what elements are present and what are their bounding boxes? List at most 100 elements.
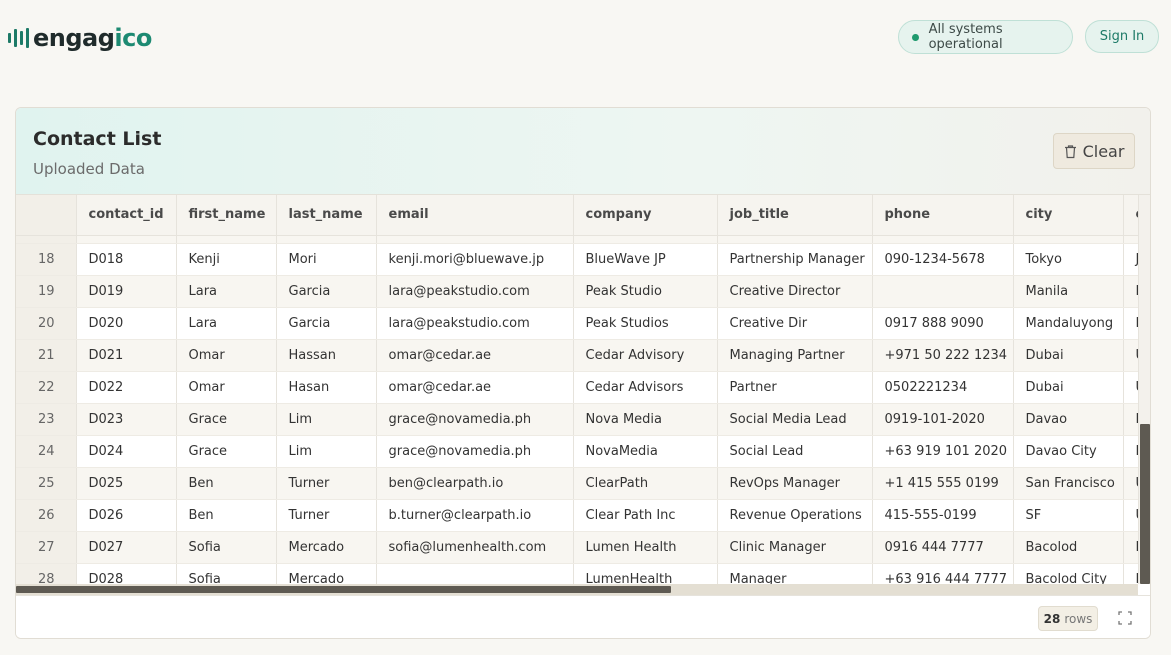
cell-first-name[interactable]: Ben: [176, 499, 277, 532]
cell-phone[interactable]: 0917 888 9090: [872, 307, 1014, 340]
cell-phone[interactable]: [872, 275, 1014, 308]
cell-phone[interactable]: 090-1234-5678: [872, 243, 1014, 276]
column-header-truncated[interactable]: c: [1123, 195, 1138, 236]
cell-truncated[interactable]: P: [1123, 435, 1138, 468]
cell-truncated[interactable]: P: [1123, 307, 1138, 340]
cell-contact-id[interactable]: D021: [76, 339, 177, 372]
cell-truncated[interactable]: P: [1123, 563, 1138, 584]
cell-phone[interactable]: 0502221234: [872, 371, 1014, 404]
cell-first-name[interactable]: Lara: [176, 275, 277, 308]
cell-email[interactable]: grace@novamedia.ph: [376, 403, 574, 436]
cell-first-name[interactable]: Grace: [176, 435, 277, 468]
cell-company[interactable]: Nova Media: [573, 403, 718, 436]
cell-last-name[interactable]: Hasan: [276, 371, 377, 404]
cell-contact-id[interactable]: D023: [76, 403, 177, 436]
cell-city[interactable]: Bacolod: [1013, 531, 1124, 564]
cell-contact-id[interactable]: D020: [76, 307, 177, 340]
cell-company[interactable]: NovaMedia: [573, 435, 718, 468]
cell-first-name[interactable]: Lara: [176, 307, 277, 340]
table-row[interactable]: 20 D020 Lara Garcia lara@peakstudio.com Peak …: [16, 307, 1138, 340]
cell-city[interactable]: San Francisco: [1013, 467, 1124, 500]
cell-job-title[interactable]: Creative Director: [717, 275, 873, 308]
cell-job-title[interactable]: Managing Partner: [717, 339, 873, 372]
cell-job-title[interactable]: Clinic Manager: [717, 531, 873, 564]
cell-city[interactable]: Davao City: [1013, 435, 1124, 468]
cell-truncated[interactable]: U: [1123, 371, 1138, 404]
column-header-first-name[interactable]: first_name: [176, 195, 277, 236]
cell-contact-id[interactable]: D025: [76, 467, 177, 500]
column-header-job-title[interactable]: job_title: [717, 195, 873, 236]
table-row[interactable]: 23 D023 Grace Lim grace@novamedia.ph Nova Med…: [16, 403, 1138, 436]
cell-job-title[interactable]: RevOps Manager: [717, 467, 873, 500]
cell-truncated[interactable]: U: [1123, 467, 1138, 500]
cell-city[interactable]: Bacolod City: [1013, 563, 1124, 584]
cell-truncated[interactable]: P: [1123, 275, 1138, 308]
column-header-city[interactable]: city: [1013, 195, 1124, 236]
cell-company[interactable]: Lumen Health: [573, 531, 718, 564]
cell-email[interactable]: grace@novamedia.ph: [376, 435, 574, 468]
cell-company[interactable]: Cedar Advisory: [573, 339, 718, 372]
cell-last-name[interactable]: Lim: [276, 403, 377, 436]
column-header-phone[interactable]: phone: [872, 195, 1014, 236]
cell-last-name[interactable]: Mori: [276, 243, 377, 276]
cell-email[interactable]: sofia@lumenhealth.com: [376, 531, 574, 564]
cell-last-name[interactable]: Hassan: [276, 339, 377, 372]
cell-city[interactable]: Dubai: [1013, 371, 1124, 404]
cell-first-name[interactable]: Grace: [176, 403, 277, 436]
logo[interactable]: engagico: [8, 24, 152, 52]
vertical-scrollbar-thumb[interactable]: [1140, 424, 1150, 584]
column-header-company[interactable]: company: [573, 195, 718, 236]
cell-last-name[interactable]: Turner: [276, 499, 377, 532]
cell-job-title[interactable]: Social Media Lead: [717, 403, 873, 436]
data-table-viewport[interactable]: contact_id first_name last_name email co…: [16, 195, 1138, 584]
sign-in-button[interactable]: Sign In: [1085, 20, 1159, 53]
cell-truncated[interactable]: J: [1123, 243, 1138, 276]
cell-truncated[interactable]: P: [1123, 531, 1138, 564]
cell-company[interactable]: Peak Studios: [573, 307, 718, 340]
cell-job-title[interactable]: Creative Dir: [717, 307, 873, 340]
cell-job-title[interactable]: Revenue Operations: [717, 499, 873, 532]
cell-first-name[interactable]: Omar: [176, 371, 277, 404]
cell-last-name[interactable]: Garcia: [276, 275, 377, 308]
column-header-contact-id[interactable]: contact_id: [76, 195, 177, 236]
cell-first-name[interactable]: Sofia: [176, 531, 277, 564]
cell-contact-id[interactable]: D024: [76, 435, 177, 468]
cell-last-name[interactable]: Lim: [276, 435, 377, 468]
cell-contact-id[interactable]: D019: [76, 275, 177, 308]
cell-job-title[interactable]: Manager: [717, 563, 873, 584]
table-row[interactable]: 26 D026 Ben Turner b.turner@clearpath.io Clea…: [16, 499, 1138, 532]
cell-contact-id[interactable]: D026: [76, 499, 177, 532]
cell-phone[interactable]: 0919-101-2020: [872, 403, 1014, 436]
cell-city[interactable]: Mandaluyong: [1013, 307, 1124, 340]
cell-contact-id[interactable]: D018: [76, 243, 177, 276]
cell-last-name[interactable]: Mercado: [276, 563, 377, 584]
column-header-email[interactable]: email: [376, 195, 574, 236]
fullscreen-icon[interactable]: [1117, 610, 1133, 626]
cell-last-name[interactable]: Turner: [276, 467, 377, 500]
cell-email[interactable]: [376, 563, 574, 584]
cell-job-title[interactable]: Social Lead: [717, 435, 873, 468]
table-row[interactable]: 19 D019 Lara Garcia lara@peakstudio.com Peak …: [16, 275, 1138, 308]
cell-contact-id[interactable]: D027: [76, 531, 177, 564]
cell-company[interactable]: Cedar Advisors: [573, 371, 718, 404]
cell-city[interactable]: Davao: [1013, 403, 1124, 436]
cell-email[interactable]: lara@peakstudio.com: [376, 275, 574, 308]
cell-city[interactable]: SF: [1013, 499, 1124, 532]
cell-phone[interactable]: +63 916 444 7777: [872, 563, 1014, 584]
table-row[interactable]: 24 D024 Grace Lim grace@novamedia.ph NovaMedi…: [16, 435, 1138, 468]
table-row[interactable]: 25 D025 Ben Turner ben@clearpath.io ClearPath…: [16, 467, 1138, 500]
cell-city[interactable]: Manila: [1013, 275, 1124, 308]
cell-truncated[interactable]: U: [1123, 499, 1138, 532]
horizontal-scrollbar-thumb[interactable]: [16, 586, 671, 593]
cell-email[interactable]: ben@clearpath.io: [376, 467, 574, 500]
cell-truncated[interactable]: P: [1123, 403, 1138, 436]
cell-phone[interactable]: 415-555-0199: [872, 499, 1014, 532]
table-row[interactable]: 27 D027 Sofia Mercado sofia@lumenhealth.com L…: [16, 531, 1138, 564]
cell-first-name[interactable]: Ben: [176, 467, 277, 500]
cell-first-name[interactable]: Omar: [176, 339, 277, 372]
cell-truncated[interactable]: U: [1123, 339, 1138, 372]
cell-company[interactable]: BlueWave JP: [573, 243, 718, 276]
cell-company[interactable]: ClearPath: [573, 467, 718, 500]
cell-phone[interactable]: +971 50 222 1234: [872, 339, 1014, 372]
column-header-last-name[interactable]: last_name: [276, 195, 377, 236]
